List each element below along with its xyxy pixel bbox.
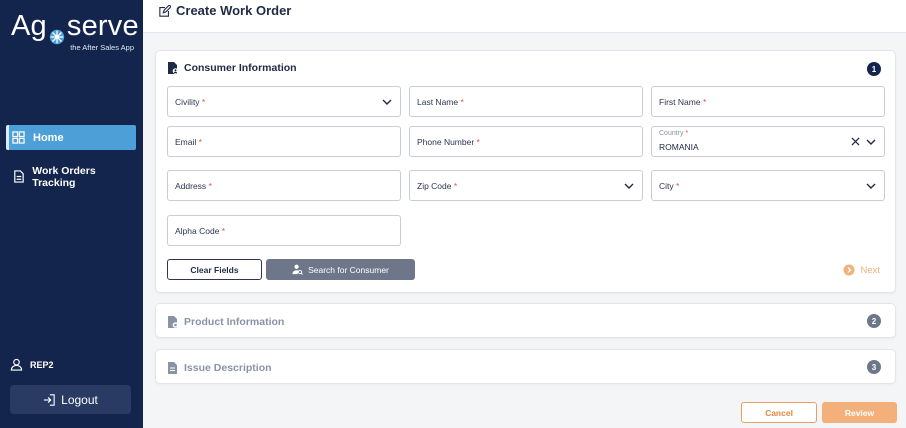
chevron-down-icon	[624, 181, 634, 191]
chevron-down-icon	[866, 137, 876, 147]
required-mark: *	[676, 181, 680, 191]
section-header-product: Product Information	[167, 304, 284, 339]
country-label: Country	[659, 130, 684, 137]
next-button[interactable]: Next	[843, 264, 880, 276]
required-mark: *	[208, 181, 212, 191]
issue-description-section[interactable]: Issue Description 3	[155, 349, 896, 384]
required-mark: *	[453, 181, 458, 191]
civility-select[interactable]: Civility *	[167, 86, 401, 117]
product-information-section[interactable]: Product Information 2	[155, 303, 896, 338]
email-field[interactable]: Email *	[167, 126, 401, 157]
address-label: Address	[175, 181, 207, 191]
product-document-icon	[167, 315, 179, 329]
zip-code-select[interactable]: Zip Code *	[409, 170, 643, 201]
step-badge-3: 3	[867, 360, 881, 374]
page-header: Create Work Order	[143, 0, 906, 33]
user-name: REP2	[30, 360, 54, 370]
required-mark: *	[201, 97, 206, 107]
section-title: Consumer Information	[184, 62, 297, 74]
arrow-right-circle-icon	[843, 264, 855, 276]
step-badge-1: 1	[867, 62, 881, 76]
country-value: ROMANIA	[659, 142, 699, 152]
last-name-field[interactable]: Last Name *	[409, 86, 643, 117]
required-mark: *	[221, 226, 226, 236]
email-label: Email	[175, 137, 197, 147]
logout-icon	[43, 393, 55, 406]
edit-icon	[159, 4, 171, 17]
page-title-text: Create Work Order	[176, 3, 292, 18]
consumer-document-icon	[167, 61, 179, 75]
step-badge-2: 2	[867, 314, 881, 328]
sidebar-item-home[interactable]: Home	[6, 125, 136, 150]
user-icon	[10, 358, 24, 372]
search-consumer-label: Search for Consumer	[308, 264, 389, 275]
logo-text-part2: serve	[66, 10, 139, 42]
user-search-icon	[292, 264, 303, 275]
sidebar-item-label: Work Orders Tracking	[32, 164, 96, 189]
section-header-consumer[interactable]: Consumer Information	[167, 51, 297, 85]
city-select[interactable]: City *	[651, 170, 885, 201]
zip-label: Zip Code	[417, 181, 452, 191]
chevron-down-icon	[382, 97, 392, 107]
next-label: Next	[860, 264, 880, 276]
issue-document-icon	[167, 361, 179, 375]
logo-gear-icon	[48, 20, 66, 45]
close-icon[interactable]	[851, 137, 860, 146]
last-name-label: Last Name	[417, 97, 459, 107]
country-select[interactable]: Country * ROMANIA	[651, 126, 885, 157]
app-tagline: the After Sales App	[70, 43, 134, 52]
grid-icon	[12, 130, 26, 145]
city-label: City	[659, 181, 674, 191]
logout-button[interactable]: Logout	[10, 385, 131, 414]
consumer-information-section: Consumer Information 1 Civility * Last N…	[155, 50, 896, 293]
required-mark: *	[476, 137, 480, 147]
address-field[interactable]: Address *	[167, 170, 401, 201]
page-title: Create Work Order	[159, 3, 291, 18]
first-name-field[interactable]: First Name *	[651, 86, 885, 117]
alpha-code-label: Alpha Code	[175, 226, 220, 236]
required-mark: *	[460, 97, 464, 107]
review-button[interactable]: Review	[822, 402, 897, 423]
required-mark: *	[198, 137, 202, 147]
current-user: REP2	[10, 358, 54, 372]
section-title: Issue Description	[184, 361, 272, 374]
cancel-button[interactable]: Cancel	[741, 402, 817, 423]
required-mark: *	[685, 130, 689, 137]
logo-text-part1: Ag	[11, 10, 47, 42]
sidebar-item-label: Home	[33, 131, 64, 144]
section-title: Product Information	[184, 315, 285, 328]
search-consumer-button[interactable]: Search for Consumer	[266, 259, 415, 280]
civility-label: Civility	[175, 97, 200, 107]
alpha-code-field[interactable]: Alpha Code *	[167, 215, 401, 246]
chevron-down-icon	[866, 181, 876, 191]
phone-label: Phone Number	[417, 137, 475, 147]
document-icon	[12, 169, 25, 184]
first-name-label: First Name	[659, 97, 701, 107]
logout-label: Logout	[61, 392, 98, 407]
section-header-issue: Issue Description	[167, 350, 272, 385]
sidebar-item-work-orders-tracking[interactable]: Work Orders Tracking	[6, 164, 136, 189]
required-mark: *	[702, 97, 707, 107]
phone-number-field[interactable]: Phone Number *	[409, 126, 643, 157]
clear-fields-button[interactable]: Clear Fields	[167, 259, 262, 280]
app-logo: Ag serve the After Sales App	[11, 9, 139, 52]
sidebar: Ag serve the After Sales App Home Work O…	[0, 0, 143, 428]
